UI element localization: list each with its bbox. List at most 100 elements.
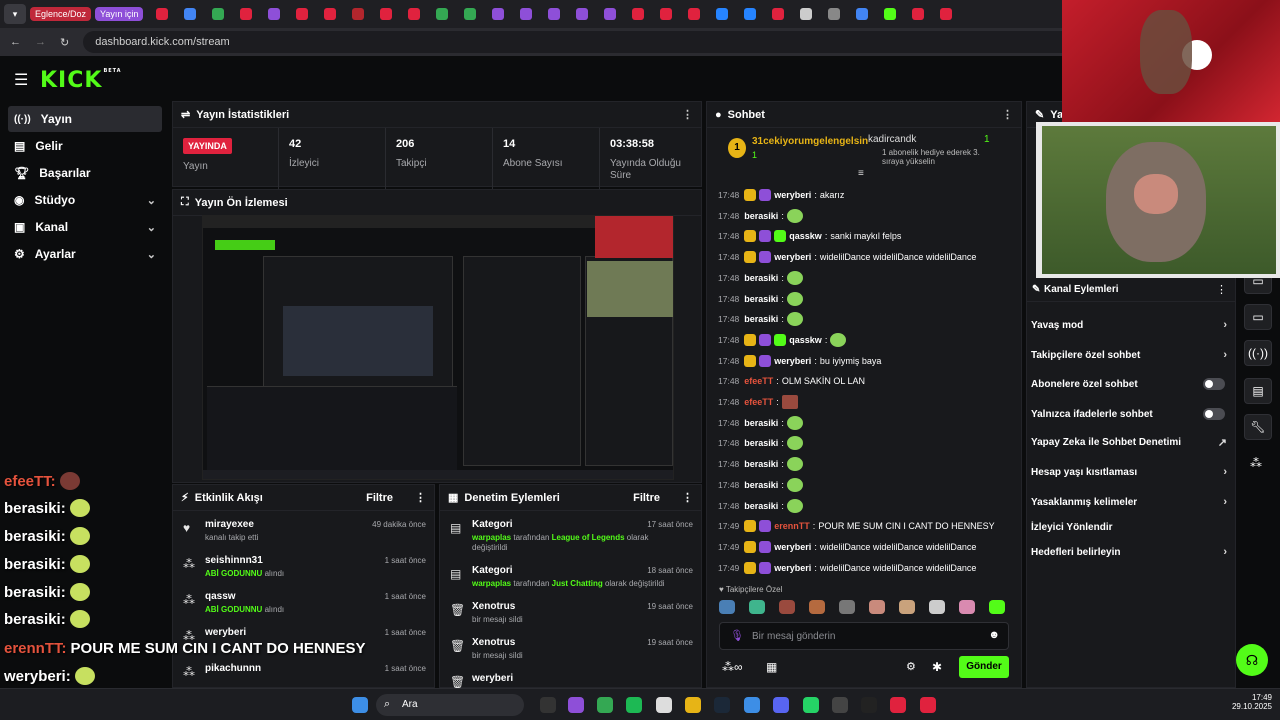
browser-tab[interactable] bbox=[543, 4, 565, 24]
chat-username[interactable]: weryberi bbox=[774, 252, 811, 262]
taskbar-app-icon[interactable] bbox=[773, 697, 789, 713]
channel-action-item[interactable]: Hedefleri belirleyin › bbox=[1031, 541, 1231, 563]
forward-icon[interactable]: → bbox=[35, 36, 46, 48]
browser-tab[interactable] bbox=[263, 4, 285, 24]
points-icon[interactable]: ⁂∞ bbox=[722, 660, 743, 674]
chat-username[interactable]: efeeTT bbox=[744, 397, 773, 407]
chat-username[interactable]: berasiki bbox=[744, 273, 778, 283]
chat-message[interactable]: 17:48 berasiki: bbox=[718, 455, 803, 473]
chat-message[interactable]: 17:48 berasiki: bbox=[718, 414, 803, 432]
taskbar-app-icon[interactable] bbox=[597, 697, 613, 713]
chat-message[interactable]: 17:48 qasskw: bbox=[718, 331, 847, 349]
more-icon[interactable]: ⋮ bbox=[682, 491, 693, 504]
taskbar-app-icon[interactable] bbox=[744, 697, 760, 713]
toggle-switch[interactable] bbox=[1203, 378, 1225, 390]
taskbar-app-icon[interactable] bbox=[540, 697, 556, 713]
store-icon[interactable]: ▦ bbox=[766, 660, 777, 674]
chat-message[interactable]: 17:48 berasiki: bbox=[718, 497, 803, 515]
channel-action-item[interactable]: Abonelere özel sohbet bbox=[1031, 373, 1231, 395]
taskbar-app-icon[interactable] bbox=[890, 697, 906, 713]
emote-icon[interactable] bbox=[899, 600, 915, 614]
chat-username[interactable]: weryberi bbox=[774, 190, 811, 200]
browser-tab[interactable] bbox=[515, 4, 537, 24]
emote-icon[interactable] bbox=[869, 600, 885, 614]
chat-username[interactable]: qasskw bbox=[789, 335, 822, 345]
browser-tab[interactable] bbox=[767, 4, 789, 24]
sidebar-item-stream[interactable]: ((·)) Yayın bbox=[8, 106, 162, 132]
browser-tab[interactable] bbox=[403, 4, 425, 24]
chat-username[interactable]: berasiki bbox=[744, 480, 778, 490]
wrench-icon[interactable]: 🔧︎ bbox=[1244, 414, 1272, 440]
chat-message[interactable]: 17:48 weryberi: akarız bbox=[718, 186, 844, 204]
chat-username[interactable]: erennTT bbox=[774, 521, 810, 531]
broadcast-icon[interactable]: ((·)) bbox=[1244, 340, 1272, 366]
sidebar-item-channel[interactable]: ▣ Kanal ⌄ bbox=[8, 214, 162, 240]
chat-message[interactable]: 17:48 berasiki: bbox=[718, 476, 803, 494]
browser-tab[interactable] bbox=[179, 4, 201, 24]
collapse-icon[interactable]: ≡ bbox=[858, 168, 864, 179]
chat-username[interactable]: weryberi bbox=[774, 356, 811, 366]
browser-tab[interactable] bbox=[599, 4, 621, 24]
more-icon[interactable]: ⋮ bbox=[682, 108, 693, 121]
mic-icon[interactable]: 🎙︎ bbox=[730, 629, 744, 642]
chat-username[interactable]: efeeTT bbox=[744, 376, 773, 386]
emoji-icon[interactable]: ☻ bbox=[988, 629, 1000, 641]
channel-action-item[interactable]: Yalnızca ifadelerle sohbet bbox=[1031, 403, 1231, 425]
taskbar-app-icon[interactable] bbox=[656, 697, 672, 713]
chat-message[interactable]: 17:48 weryberi: widelilDance widelilDance … bbox=[718, 248, 976, 266]
channel-action-item[interactable]: Yasaklanmış kelimeler › bbox=[1031, 491, 1231, 513]
tab-group-stream[interactable]: Yayın için bbox=[95, 7, 144, 21]
browser-tab[interactable] bbox=[711, 4, 733, 24]
url-field[interactable]: dashboard.kick.com/stream bbox=[83, 31, 1124, 53]
browser-tab[interactable] bbox=[795, 4, 817, 24]
chat-username[interactable]: weryberi bbox=[774, 563, 811, 573]
browser-tab[interactable] bbox=[571, 4, 593, 24]
chat-message[interactable]: 17:49 weryberi: widelilDance widelilDance … bbox=[718, 538, 976, 556]
taskbar-app-icon[interactable] bbox=[803, 697, 819, 713]
start-icon[interactable] bbox=[352, 697, 368, 713]
chat-message[interactable]: 17:48 efeeTT: bbox=[718, 393, 798, 411]
browser-tab[interactable] bbox=[823, 4, 845, 24]
emote-icon[interactable] bbox=[749, 600, 765, 614]
filter-button[interactable]: Filtre bbox=[366, 492, 393, 504]
tab-group-fun[interactable]: Eglence/Doz bbox=[30, 7, 92, 21]
more-icon[interactable]: ⋮ bbox=[1002, 108, 1013, 121]
chat-message[interactable]: 17:48 berasiki: bbox=[718, 310, 803, 328]
chat-username[interactable]: berasiki bbox=[744, 314, 778, 324]
sidebar-item-achievements[interactable]: 🏆︎ Başarılar bbox=[8, 160, 162, 186]
chat-message[interactable]: 17:48 berasiki: bbox=[718, 434, 803, 452]
chat-message[interactable]: 17:48 berasiki: bbox=[718, 207, 803, 225]
chat-username[interactable]: berasiki bbox=[744, 459, 778, 469]
chat-message[interactable]: 17:48 weryberi: bu iyiymiş baya bbox=[718, 352, 881, 370]
emote-icon[interactable] bbox=[779, 600, 795, 614]
stream-preview-video[interactable] bbox=[202, 215, 674, 480]
chat-message[interactable]: 17:49 weryberi: widelilDance widelilDance … bbox=[718, 559, 976, 577]
browser-tab[interactable] bbox=[907, 4, 929, 24]
gift-user[interactable]: kadircandk bbox=[868, 134, 916, 145]
emote-icon[interactable] bbox=[809, 600, 825, 614]
help-icon[interactable]: ☊ bbox=[1236, 644, 1268, 676]
chat-message[interactable]: 17:48 qasskw: sanki maykıl felps bbox=[718, 227, 901, 245]
emote-icon[interactable] bbox=[719, 600, 735, 614]
browser-tab[interactable] bbox=[683, 4, 705, 24]
emote-icon[interactable] bbox=[959, 600, 975, 614]
browser-tab[interactable] bbox=[375, 4, 397, 24]
chat-message[interactable]: 17:49 erennTT: POUR ME SUM CIN I CANT DO H… bbox=[718, 517, 995, 535]
emote-icon[interactable] bbox=[839, 600, 855, 614]
taskbar-app-icon[interactable] bbox=[714, 697, 730, 713]
chat-message[interactable]: 17:48 berasiki: bbox=[718, 269, 803, 287]
pinned-user[interactable]: 31cekiyorumgelengelsin bbox=[752, 136, 868, 147]
back-icon[interactable]: ← bbox=[10, 36, 21, 48]
browser-tab[interactable] bbox=[319, 4, 341, 24]
chat-message[interactable]: 17:48 berasiki: bbox=[718, 290, 803, 308]
chat-username[interactable]: berasiki bbox=[744, 294, 778, 304]
channel-action-item[interactable]: Yavaş mod › bbox=[1031, 314, 1231, 336]
clock[interactable]: 17:49 29.10.2025 bbox=[1230, 693, 1272, 711]
toggle-switch[interactable] bbox=[1203, 408, 1225, 420]
browser-tab[interactable] bbox=[487, 4, 509, 24]
more-icon[interactable]: ⋮ bbox=[415, 491, 426, 504]
browser-tab[interactable] bbox=[235, 4, 257, 24]
taskbar-app-icon[interactable] bbox=[920, 697, 936, 713]
chat-dock-icon[interactable]: ▭ bbox=[1244, 304, 1272, 330]
tab-list-button[interactable]: ▾ bbox=[4, 4, 26, 24]
